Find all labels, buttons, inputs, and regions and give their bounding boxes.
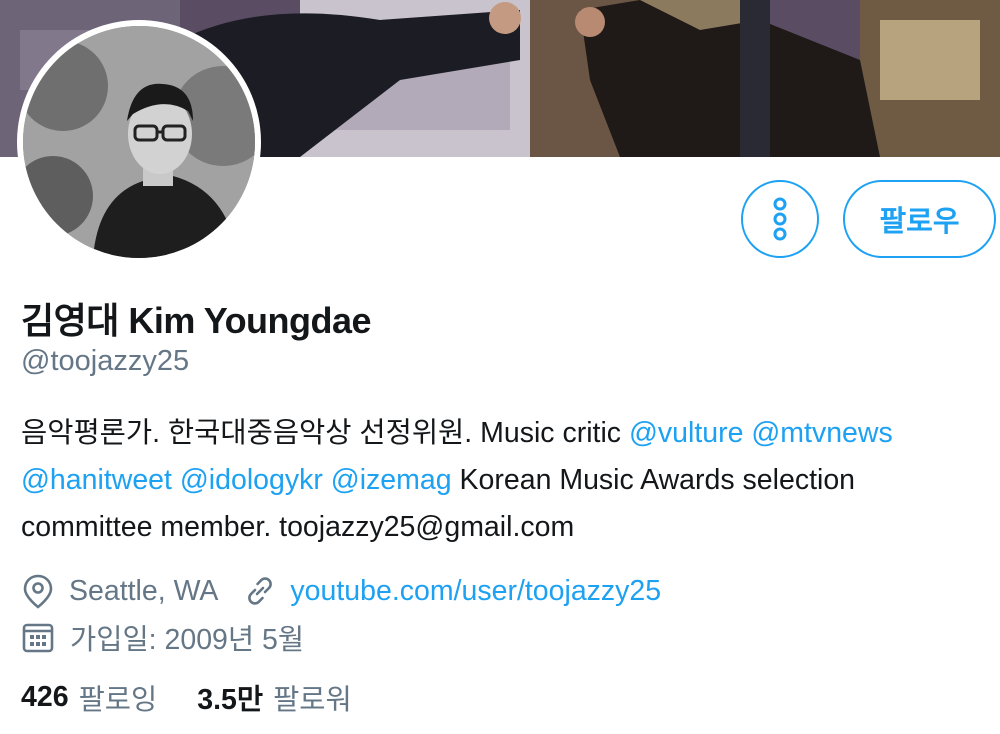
mention-link[interactable]: @hanitweet <box>21 464 172 496</box>
bio-line-3: committee member. toojazzy25@gmail.com <box>21 504 991 551</box>
following-label: 팔로잉 <box>78 683 158 716</box>
follow-button[interactable]: 팔로우 <box>843 180 996 258</box>
bio-line-1: 음악평론가. 한국대중음악상 선정위원. Music critic @vultu… <box>21 410 991 457</box>
mention-link[interactable]: @mtvnews <box>751 417 892 449</box>
avatar-ring <box>17 20 261 264</box>
joined-date: 가입일: 2009년 5월 <box>70 623 305 656</box>
link-icon <box>248 577 273 605</box>
bio-text: 음악평론가. 한국대중음악상 선정위원. Music critic <box>21 417 629 449</box>
user-handle: @toojazzy25 <box>21 345 190 377</box>
followers-label: 팔로워 <box>273 683 352 716</box>
meta-row-location: Seattle, WA youtube.com/user/toojazzy25 <box>21 571 661 611</box>
followers-count: 3.5만 <box>197 683 264 716</box>
website-link[interactable]: youtube.com/user/toojazzy25 <box>290 575 661 608</box>
avatar[interactable] <box>23 26 255 258</box>
calendar-icon <box>22 623 54 653</box>
profile-bio: 음악평론가. 한국대중음악상 선정위원. Music critic @vultu… <box>21 410 991 551</box>
bio-text: Korean Music Awards selection <box>451 464 856 496</box>
avatar-photo <box>23 26 255 258</box>
following-stat[interactable]: 426 팔로잉 <box>21 677 157 718</box>
following-count: 426 <box>21 680 69 713</box>
mention-link[interactable]: @vulture <box>629 417 743 449</box>
location-pin-icon <box>23 574 53 609</box>
mention-link[interactable]: @izemag <box>331 464 452 496</box>
more-vertical-icon <box>773 197 787 241</box>
bio-text: committee member. toojazzy25@gmail.com <box>21 511 575 543</box>
followers-stat[interactable]: 3.5만 팔로워 <box>197 677 352 718</box>
meta-row-joined: 가입일: 2009년 5월 <box>21 617 304 657</box>
display-name: 김영대 Kim Youngdae <box>21 300 372 341</box>
bio-line-2: @hanitweet @idologykr @izemag Korean Mus… <box>21 457 991 504</box>
mention-link[interactable]: @idologykr <box>180 464 323 496</box>
location-text: Seattle, WA <box>69 574 219 607</box>
follow-stats: 426 팔로잉 3.5만 팔로워 <box>21 677 352 717</box>
more-button[interactable] <box>741 180 819 258</box>
